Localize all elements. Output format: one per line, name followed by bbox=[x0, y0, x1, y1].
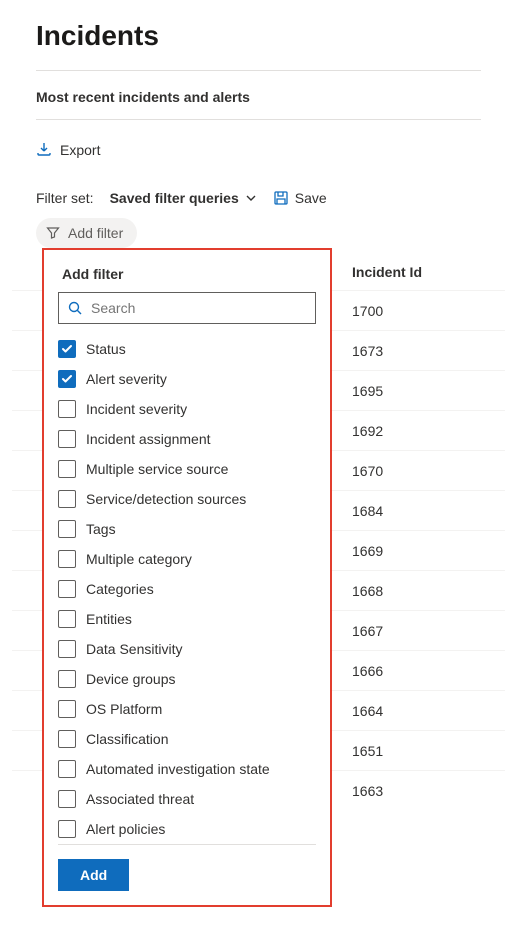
search-input[interactable] bbox=[91, 300, 307, 316]
page-title: Incidents bbox=[12, 0, 505, 70]
filter-options-list: Status Alert severity Incident severity Inc… bbox=[58, 334, 316, 845]
checkbox[interactable] bbox=[58, 430, 76, 448]
checkbox[interactable] bbox=[58, 700, 76, 718]
filter-option-label: OS Platform bbox=[86, 701, 162, 717]
filter-option[interactable]: Categories bbox=[58, 574, 316, 604]
export-label: Export bbox=[60, 142, 100, 158]
filter-option[interactable]: Tags bbox=[58, 514, 316, 544]
search-input-wrap[interactable] bbox=[58, 292, 316, 324]
incident-id: 1684 bbox=[332, 503, 452, 519]
checkbox[interactable] bbox=[58, 610, 76, 628]
checkbox[interactable] bbox=[58, 790, 76, 808]
filter-icon bbox=[46, 226, 60, 240]
checkbox[interactable] bbox=[58, 730, 76, 748]
filter-option-label: Alert severity bbox=[86, 371, 167, 387]
filter-option-label: Device groups bbox=[86, 671, 176, 687]
checkbox[interactable] bbox=[58, 820, 76, 838]
add-filter-popup: Add filter Status Alert severity Incident … bbox=[42, 248, 332, 907]
filter-option-label: Multiple service source bbox=[86, 461, 228, 477]
filter-option[interactable]: Alert severity bbox=[58, 364, 316, 394]
filter-option-label: Multiple category bbox=[86, 551, 192, 567]
checkbox[interactable] bbox=[58, 580, 76, 598]
filter-option[interactable]: Automated investigation state bbox=[58, 754, 316, 784]
checkbox[interactable] bbox=[58, 460, 76, 478]
filter-option[interactable]: Incident severity bbox=[58, 394, 316, 424]
add-filter-pill-label: Add filter bbox=[68, 225, 123, 241]
filter-option[interactable]: Multiple service source bbox=[58, 454, 316, 484]
filter-option-label: Entities bbox=[86, 611, 132, 627]
incident-id: 1673 bbox=[332, 343, 452, 359]
filter-option[interactable]: Data Sensitivity bbox=[58, 634, 316, 664]
filterset-dropdown[interactable]: Saved filter queries bbox=[110, 190, 257, 206]
filter-option-label: Associated threat bbox=[86, 791, 194, 807]
checkbox[interactable] bbox=[58, 490, 76, 508]
checkbox[interactable] bbox=[58, 340, 76, 358]
column-header-incident-id[interactable]: Incident Id bbox=[332, 264, 452, 280]
checkbox[interactable] bbox=[58, 640, 76, 658]
filter-option[interactable]: Incident assignment bbox=[58, 424, 316, 454]
incident-id: 1700 bbox=[332, 303, 452, 319]
checkbox[interactable] bbox=[58, 550, 76, 568]
checkbox[interactable] bbox=[58, 400, 76, 418]
filter-option-label: Automated investigation state bbox=[86, 761, 270, 777]
popup-title: Add filter bbox=[58, 266, 316, 282]
add-filter-pill[interactable]: Add filter bbox=[36, 218, 137, 248]
filter-option-label: Alert policies bbox=[86, 821, 165, 837]
export-button[interactable]: Export bbox=[36, 134, 100, 166]
download-icon bbox=[36, 141, 52, 160]
filter-option[interactable]: Entities bbox=[58, 604, 316, 634]
chevron-down-icon bbox=[245, 192, 257, 204]
incident-id: 1651 bbox=[332, 743, 452, 759]
add-button[interactable]: Add bbox=[58, 859, 129, 891]
checkbox[interactable] bbox=[58, 370, 76, 388]
filter-option[interactable]: Associated threat bbox=[58, 784, 316, 814]
filter-option[interactable]: Status bbox=[58, 334, 316, 364]
subsection-title: Most recent incidents and alerts bbox=[12, 71, 505, 119]
filter-option-label: Incident assignment bbox=[86, 431, 211, 447]
checkbox[interactable] bbox=[58, 760, 76, 778]
save-icon bbox=[273, 190, 289, 206]
checkbox[interactable] bbox=[58, 520, 76, 538]
filter-option[interactable]: Service/detection sources bbox=[58, 484, 316, 514]
filter-option-label: Service/detection sources bbox=[86, 491, 246, 507]
incident-id: 1692 bbox=[332, 423, 452, 439]
filter-option-label: Classification bbox=[86, 731, 168, 747]
incident-id: 1664 bbox=[332, 703, 452, 719]
filter-option[interactable]: Alert policies bbox=[58, 814, 316, 844]
incident-id: 1667 bbox=[332, 623, 452, 639]
incident-id: 1668 bbox=[332, 583, 452, 599]
filter-option-label: Status bbox=[86, 341, 126, 357]
filter-option[interactable]: Classification bbox=[58, 724, 316, 754]
incident-id: 1670 bbox=[332, 463, 452, 479]
filter-option-label: Categories bbox=[86, 581, 154, 597]
filterset-dropdown-value: Saved filter queries bbox=[110, 190, 239, 206]
save-button[interactable]: Save bbox=[273, 190, 327, 206]
filterset-label: Filter set: bbox=[36, 190, 94, 206]
filter-option[interactable]: Multiple category bbox=[58, 544, 316, 574]
filter-option-label: Data Sensitivity bbox=[86, 641, 182, 657]
incident-id: 1663 bbox=[332, 783, 452, 799]
incident-id: 1669 bbox=[332, 543, 452, 559]
search-icon bbox=[67, 300, 83, 316]
checkbox[interactable] bbox=[58, 670, 76, 688]
incident-id: 1666 bbox=[332, 663, 452, 679]
filter-option-label: Incident severity bbox=[86, 401, 187, 417]
save-label: Save bbox=[295, 190, 327, 206]
incident-id: 1695 bbox=[332, 383, 452, 399]
filter-option[interactable]: Device groups bbox=[58, 664, 316, 694]
filter-option[interactable]: OS Platform bbox=[58, 694, 316, 724]
filter-option-label: Tags bbox=[86, 521, 116, 537]
